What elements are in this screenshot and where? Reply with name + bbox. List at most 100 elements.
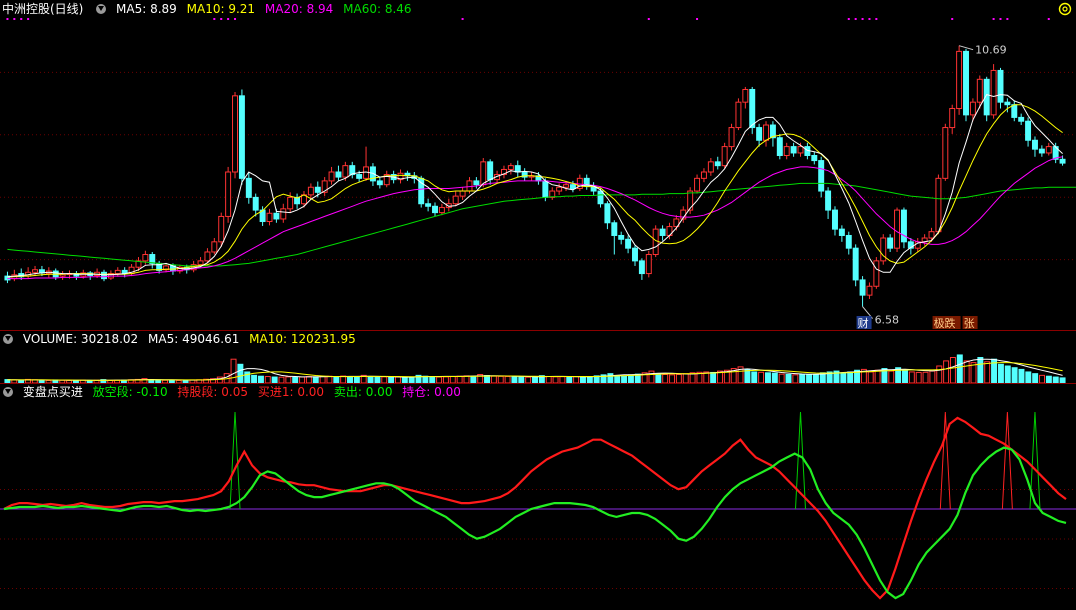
candle [900,209,907,243]
volume-bar [908,371,915,383]
volume-ma10-label: MA10: 120231.95 [249,332,356,346]
fangkong-label: 放空段: -0.10 [92,385,168,399]
volume-bar [648,370,655,383]
candle [487,161,494,181]
candle [831,209,838,230]
ma20-label: MA20: 8.94 [264,2,334,16]
volume-bar [922,371,929,383]
candle [969,101,976,116]
candle [928,231,935,239]
low-price-label: 6.58 [875,314,900,327]
signal-dot [847,18,850,20]
candle [845,234,852,249]
candle [342,165,349,178]
candle [735,101,742,129]
volume-bar [470,375,477,383]
volume-bar [840,372,847,383]
candle [776,137,783,156]
tag-cai: 财 [858,316,869,330]
volume-bar [792,374,799,383]
candle [707,161,714,173]
candle [307,186,314,196]
candle [438,207,445,214]
candle [1011,104,1018,118]
signal-dot [220,18,223,20]
price-chart[interactable]: 10.69 6.58 财 极跌张 [0,18,1076,330]
volume-bar [319,375,326,383]
volume-bar [771,372,778,383]
signal-dot [461,18,464,20]
hold-label: 持仓: 0.00 [402,385,461,399]
volume-bar [867,371,874,383]
signal-dot [234,18,237,20]
volume-bar [936,365,943,383]
candle [507,165,514,170]
candle [894,209,901,249]
gear-icon[interactable] [1058,2,1072,16]
signal-dot [13,18,16,20]
indicator-chart[interactable] [0,400,1076,610]
candle [694,177,701,192]
volume-bar [614,375,621,383]
indicator-menu-icon[interactable] [3,387,13,397]
price-legend: 中洲控股(日线) MA5: 8.89 MA10: 9.21 MA20: 8.94… [0,1,418,17]
volume-bar [888,370,895,383]
stock-name[interactable]: 中洲控股(日线) [2,2,83,16]
volume-bar [1018,368,1025,383]
volume-bar [799,374,806,383]
signal-dot [999,18,1002,20]
candle [432,205,438,214]
candle [32,269,39,273]
signal-dot [227,18,230,20]
volume-ma5-label: MA5: 49046.61 [148,332,240,346]
candle [335,171,342,178]
volume-bar [682,373,689,383]
candle [473,180,480,186]
signal-dot [951,18,954,20]
candle [625,238,632,249]
candle [142,254,149,262]
candle [935,177,942,233]
candle [1025,120,1032,141]
candle [942,127,949,179]
ma5-line [7,94,1063,278]
volume-bar [1045,375,1052,383]
volume-bar [326,375,333,383]
signal-dot [875,18,878,20]
volume-bar [621,375,628,383]
candle [569,184,576,190]
volume-bar [1025,371,1032,383]
volume-bar [744,368,751,383]
volume-menu-icon[interactable] [3,334,13,344]
signal-dot [696,18,699,20]
signal-dot [213,18,216,20]
candle [542,180,549,198]
candle [514,165,521,173]
candle [763,124,770,141]
volume-bar [490,375,497,383]
volume-bar [1032,373,1039,383]
ma-menu-icon[interactable] [96,4,107,14]
signal-dot [20,18,23,20]
buy-label: 买进1: 0.00 [257,385,325,399]
candle [721,146,728,167]
candle [997,69,1004,103]
volume-bar [1011,367,1018,383]
volume-chart[interactable] [0,347,1076,383]
signal-dot [861,18,864,20]
candle [838,228,845,236]
ma10-line [7,104,1063,278]
candle [604,203,611,224]
candle [818,160,825,192]
volume-bar [785,374,792,383]
volume-bar [710,371,717,383]
signal-dot [647,18,650,20]
indicator-name[interactable]: 变盘点买进 [23,385,83,399]
volume-bar [655,373,662,383]
candle [280,208,287,220]
volume-bar [874,369,881,383]
candle [866,285,873,296]
candle [632,247,638,262]
candle [990,69,997,116]
candle [611,222,618,236]
